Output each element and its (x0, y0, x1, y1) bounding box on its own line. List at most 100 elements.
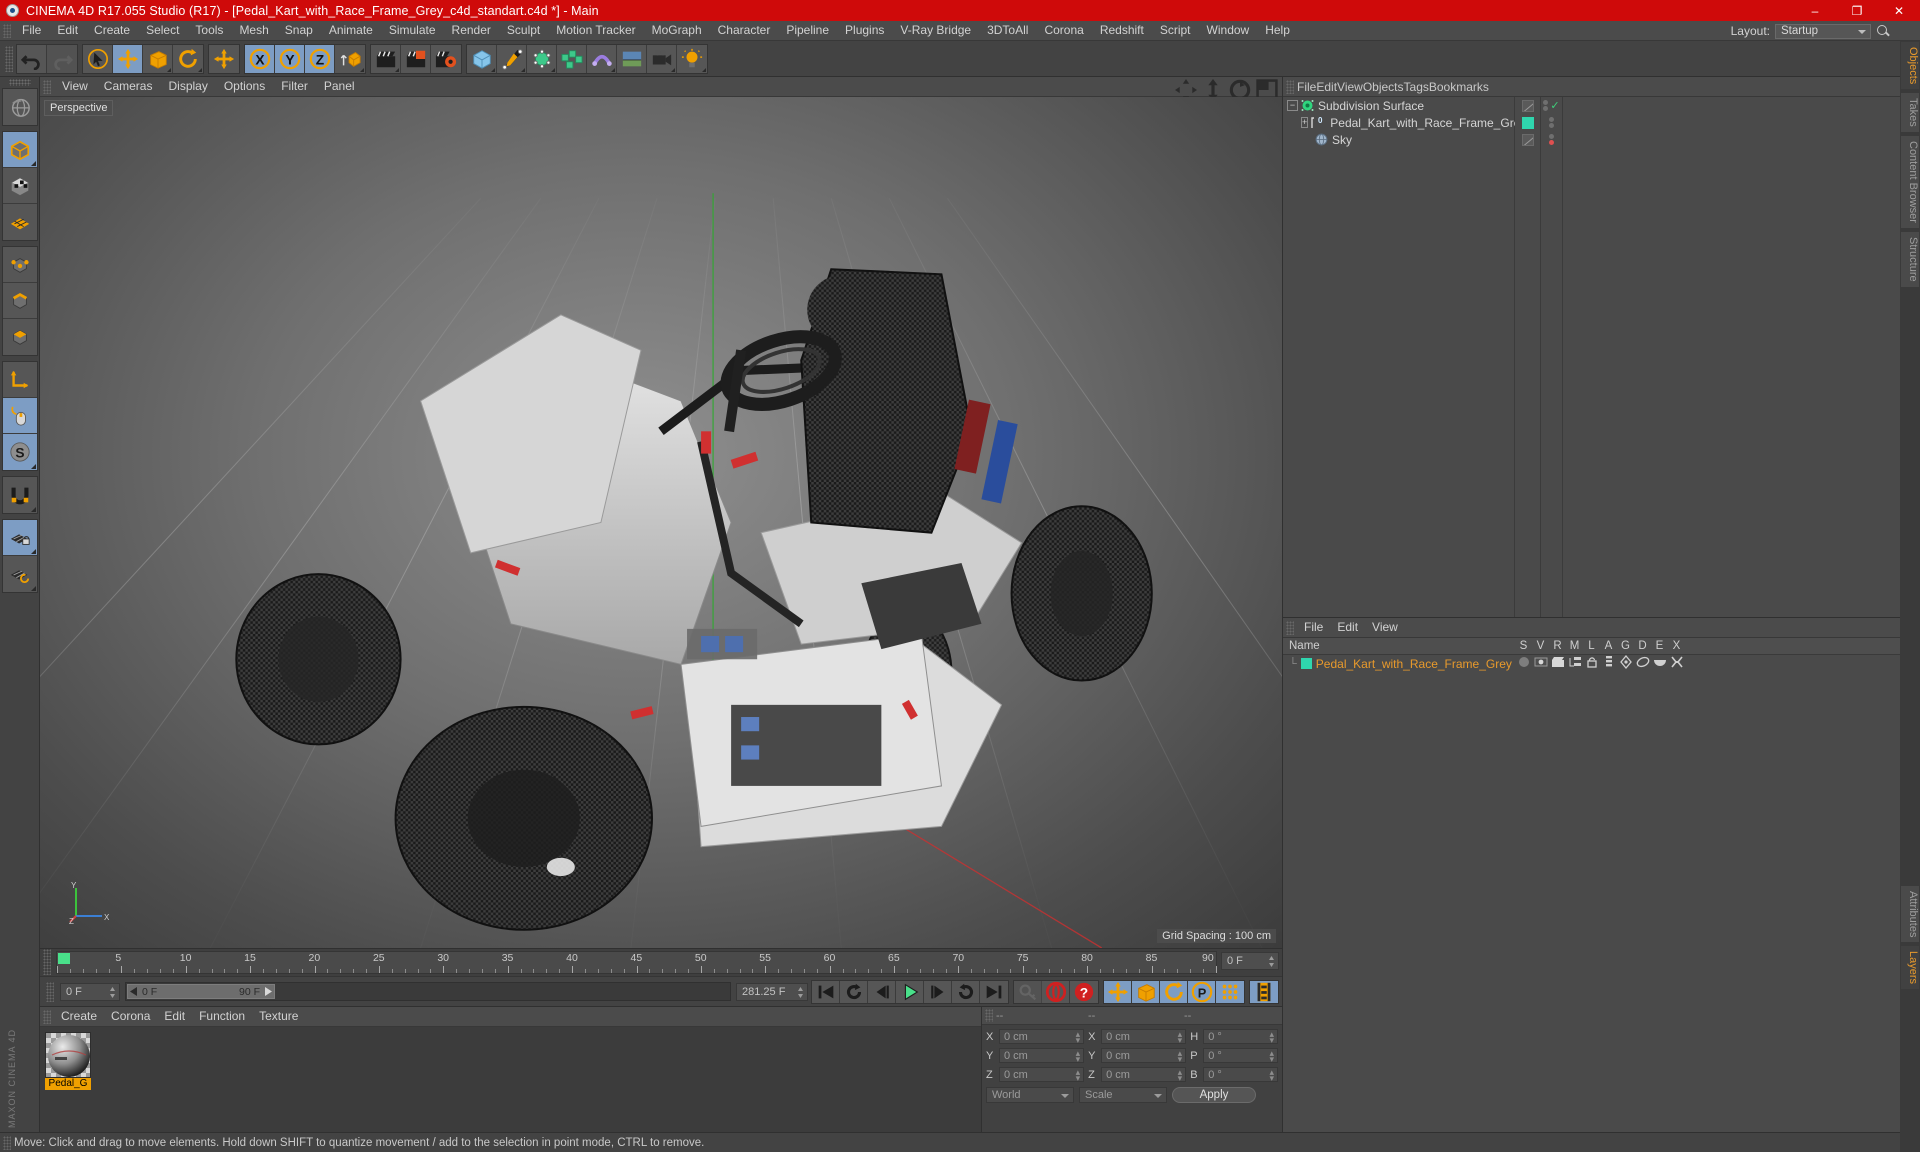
enable-snapping-button[interactable] (2, 477, 37, 513)
object-visibility-cell[interactable] (1541, 114, 1562, 131)
menu-grip[interactable] (3, 23, 11, 38)
coord-rot-field[interactable]: 0 ° ▴ ▾ (1203, 1067, 1279, 1083)
coord-pos-field[interactable]: 0 cm ▴ ▾ (999, 1067, 1085, 1083)
drag-tool-button[interactable] (209, 44, 239, 73)
spinner-icon[interactable] (1268, 955, 1275, 968)
close-button[interactable]: ✕ (1878, 0, 1920, 21)
menu-item-pipeline[interactable]: Pipeline (778, 21, 837, 40)
add-modeling-object-button[interactable] (557, 44, 587, 73)
visibility-editor-dot[interactable] (1549, 117, 1554, 122)
record-rotation-button[interactable] (1160, 980, 1188, 1003)
viewport-menu-grip[interactable] (43, 79, 51, 94)
viewport-menu-cameras[interactable]: Cameras (96, 77, 161, 96)
layer-color-swatch[interactable] (1300, 658, 1312, 669)
render-settings-button[interactable] (431, 44, 461, 73)
object-manager-grip[interactable] (1286, 79, 1294, 94)
viewport-navigation-button[interactable] (2, 89, 37, 125)
material-menu-edit[interactable]: Edit (157, 1007, 192, 1026)
preview-range-handle[interactable]: 0 F 90 F (127, 984, 275, 999)
coord-rot-field[interactable]: 0 ° ▴ ▾ (1203, 1029, 1279, 1045)
object-menu-objects[interactable]: Objects (1363, 80, 1404, 94)
spinner-icon[interactable]: ▴ ▾ (1076, 1030, 1081, 1045)
add-camera-button[interactable] (647, 44, 677, 73)
menu-item-redshift[interactable]: Redshift (1092, 21, 1152, 40)
object-visibility-cell[interactable] (1541, 131, 1562, 148)
menu-item-file[interactable]: File (14, 21, 49, 40)
menu-item-mesh[interactable]: Mesh (231, 21, 276, 40)
layers-column-e[interactable]: E (1651, 640, 1668, 652)
layers-table-row[interactable]: └ Pedal_Kart_with_Race_Frame_Grey (1283, 654, 1920, 672)
record-points-button[interactable] (1216, 980, 1244, 1003)
spinner-icon[interactable]: ▴ ▾ (1178, 1068, 1183, 1083)
layers-menu-edit[interactable]: Edit (1330, 618, 1365, 637)
object-visibility-cell[interactable]: ✓ (1541, 97, 1562, 114)
menu-item-sculpt[interactable]: Sculpt (499, 21, 548, 40)
search-icon[interactable] (1876, 24, 1890, 38)
undo-button[interactable] (17, 44, 47, 73)
right-tab-layers[interactable]: Layers (1900, 944, 1920, 990)
object-tree-row[interactable]: +0 Pedal_Kart_with_Race_Frame_Grey (1283, 114, 1526, 131)
layers-menu-view[interactable]: View (1365, 618, 1405, 637)
add-nurbs-button[interactable] (527, 44, 557, 73)
add-deformer-button[interactable] (587, 44, 617, 73)
menu-item-edit[interactable]: Edit (49, 21, 86, 40)
layers-column-l[interactable]: L (1583, 640, 1600, 652)
layers-manager-grip[interactable] (1286, 620, 1294, 635)
spinner-icon[interactable]: ▴ ▾ (1076, 1068, 1081, 1083)
coord-rot-field[interactable]: 0 ° ▴ ▾ (1203, 1048, 1279, 1064)
layers-table[interactable]: Name SVRMLAGDEX └ Pedal_Kart_with_Race_F… (1283, 638, 1920, 1132)
record-position-button[interactable] (1104, 980, 1132, 1003)
animation-icon[interactable] (1600, 655, 1617, 672)
object-tag-cell[interactable] (1515, 97, 1540, 114)
generator-icon[interactable] (1617, 654, 1634, 672)
keyframe-selection-button[interactable] (1250, 980, 1278, 1003)
go-to-start-button[interactable] (812, 980, 840, 1003)
material-tag-icon[interactable] (1521, 116, 1534, 129)
coordinate-system-dropdown[interactable]: World (986, 1087, 1074, 1103)
render-to-picture-viewer-button[interactable] (401, 44, 431, 73)
playhead[interactable] (58, 953, 70, 964)
object-menu-tags[interactable]: Tags (1404, 80, 1429, 94)
spinner-icon[interactable]: ▴ ▾ (1178, 1049, 1183, 1064)
menu-item-help[interactable]: Help (1257, 21, 1298, 40)
apply-button[interactable]: Apply (1172, 1087, 1256, 1103)
material-menu-texture[interactable]: Texture (252, 1007, 305, 1026)
material-swatch-area[interactable]: Pedal_G (40, 1027, 981, 1132)
playbar-frame-field[interactable]: 0 F (60, 982, 120, 1001)
texture-mode-button[interactable] (2, 168, 37, 204)
material-manager-grip[interactable] (43, 1009, 51, 1024)
spinner-icon[interactable]: ▴ ▾ (1269, 1030, 1274, 1045)
spinner-icon[interactable]: ▴ ▾ (1269, 1049, 1274, 1064)
menu-item-create[interactable]: Create (86, 21, 138, 40)
layers-column-m[interactable]: M (1566, 640, 1583, 652)
polygon-mode-button[interactable] (2, 319, 37, 355)
coordinates-grip[interactable] (985, 1009, 993, 1022)
menu-item-window[interactable]: Window (1199, 21, 1258, 40)
menu-item-mograph[interactable]: MoGraph (644, 21, 710, 40)
menu-item-tools[interactable]: Tools (187, 21, 231, 40)
redo-button[interactable] (47, 44, 77, 73)
record-active-objects-button[interactable] (1042, 980, 1070, 1003)
menu-item-corona[interactable]: Corona (1036, 21, 1091, 40)
left-toolbar-grip[interactable] (8, 79, 31, 86)
render-clapper-icon[interactable] (1549, 655, 1566, 672)
layers-menu-file[interactable]: File (1297, 618, 1330, 637)
layers-column-d[interactable]: D (1634, 640, 1651, 652)
tree-expander[interactable]: − (1287, 100, 1298, 111)
visibility-render-dot[interactable] (1549, 123, 1554, 128)
range-left-arrow-icon[interactable] (130, 987, 139, 996)
max-frame-field[interactable]: 281.25 F (736, 982, 808, 1001)
spinner-icon[interactable]: ▴ ▾ (1076, 1049, 1081, 1064)
layers-column-v[interactable]: V (1532, 640, 1549, 652)
object-tree-row[interactable]: − Subdivision Surface (1283, 97, 1514, 114)
layers-column-r[interactable]: R (1549, 640, 1566, 652)
record-scale-button[interactable] (1132, 980, 1160, 1003)
object-menu-view[interactable]: View (1337, 80, 1363, 94)
coord-pos-field[interactable]: 0 cm ▴ ▾ (999, 1048, 1085, 1064)
menu-item-3dtoall[interactable]: 3DToAll (979, 21, 1036, 40)
object-tag-cell[interactable] (1515, 114, 1540, 131)
maximize-button[interactable]: ❐ (1836, 0, 1878, 21)
add-light-button[interactable] (677, 44, 707, 73)
menu-item-animate[interactable]: Animate (321, 21, 381, 40)
current-frame-field[interactable]: 0 F (1221, 952, 1279, 970)
